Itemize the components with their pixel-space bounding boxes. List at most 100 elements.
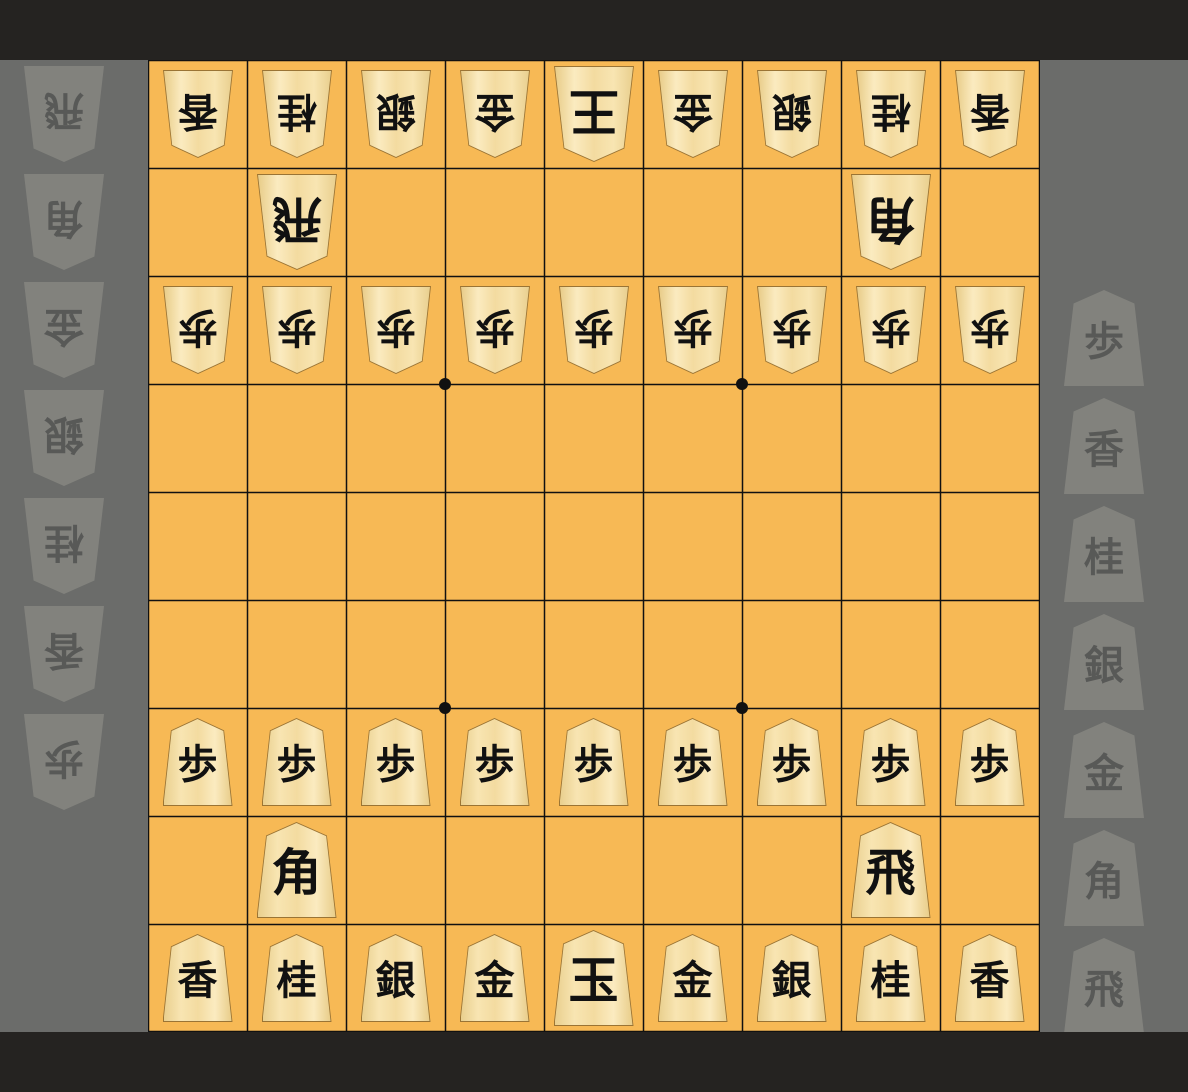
board-square[interactable]: 金 — [445, 924, 544, 1032]
sente-piece[interactable]: 桂 — [247, 924, 346, 1032]
board-square[interactable] — [940, 816, 1039, 924]
board-square[interactable] — [643, 600, 742, 708]
sente-piece[interactable]: 金 — [445, 924, 544, 1032]
board-square[interactable]: 金 — [445, 60, 544, 168]
board-square[interactable] — [148, 492, 247, 600]
board-square[interactable]: 歩 — [544, 708, 643, 816]
gote-hand-piece[interactable]: 銀 — [24, 390, 104, 486]
board-square[interactable] — [148, 384, 247, 492]
board-square[interactable]: 歩 — [346, 276, 445, 384]
board-square[interactable]: 香 — [940, 60, 1039, 168]
gote-piece[interactable]: 歩 — [346, 276, 445, 384]
sente-piece[interactable]: 歩 — [544, 708, 643, 816]
board-square[interactable] — [742, 168, 841, 276]
gote-piece[interactable]: 桂 — [247, 60, 346, 168]
board-square[interactable] — [841, 384, 940, 492]
sente-hand-piece[interactable]: 飛 — [1064, 938, 1144, 1034]
board-square[interactable]: 歩 — [148, 708, 247, 816]
board-square[interactable]: 角 — [247, 816, 346, 924]
board-square[interactable] — [148, 816, 247, 924]
shogi-board[interactable]: 香桂銀金王金銀桂香飛角歩歩歩歩歩歩歩歩歩歩歩歩歩歩歩歩歩歩角飛香桂銀金玉金銀桂香 — [148, 60, 1040, 1032]
board-square[interactable]: 歩 — [940, 276, 1039, 384]
gote-piece[interactable]: 歩 — [742, 276, 841, 384]
board-square[interactable] — [940, 168, 1039, 276]
board-square[interactable] — [643, 168, 742, 276]
board-square[interactable] — [643, 816, 742, 924]
sente-piece[interactable]: 金 — [643, 924, 742, 1032]
board-square[interactable] — [544, 816, 643, 924]
sente-piece[interactable]: 歩 — [247, 708, 346, 816]
board-square[interactable]: 玉 — [544, 924, 643, 1032]
board-square[interactable]: 桂 — [841, 60, 940, 168]
gote-piece[interactable]: 歩 — [445, 276, 544, 384]
gote-piece[interactable]: 香 — [148, 60, 247, 168]
board-square[interactable]: 歩 — [940, 708, 1039, 816]
board-square[interactable] — [940, 384, 1039, 492]
sente-piece[interactable]: 歩 — [940, 708, 1039, 816]
sente-piece[interactable]: 香 — [940, 924, 1039, 1032]
board-square[interactable] — [841, 492, 940, 600]
board-square[interactable]: 桂 — [247, 60, 346, 168]
board-square[interactable]: 桂 — [247, 924, 346, 1032]
gote-hand-piece[interactable]: 桂 — [24, 498, 104, 594]
sente-piece[interactable]: 歩 — [643, 708, 742, 816]
board-square[interactable] — [940, 600, 1039, 708]
board-square[interactable] — [346, 168, 445, 276]
board-square[interactable]: 桂 — [841, 924, 940, 1032]
board-square[interactable] — [742, 600, 841, 708]
board-square[interactable] — [346, 600, 445, 708]
board-square[interactable]: 飛 — [841, 816, 940, 924]
board-square[interactable] — [247, 492, 346, 600]
sente-hand-piece[interactable]: 金 — [1064, 722, 1144, 818]
board-square[interactable] — [346, 816, 445, 924]
board-square[interactable] — [445, 384, 544, 492]
board-square[interactable]: 歩 — [148, 276, 247, 384]
gote-hand-piece[interactable]: 角 — [24, 174, 104, 270]
gote-piece[interactable]: 王 — [544, 60, 643, 168]
board-square[interactable] — [643, 384, 742, 492]
board-square[interactable] — [643, 492, 742, 600]
board-square[interactable] — [346, 492, 445, 600]
board-square[interactable]: 王 — [544, 60, 643, 168]
board-square[interactable]: 銀 — [346, 60, 445, 168]
sente-hand-piece[interactable]: 角 — [1064, 830, 1144, 926]
board-square[interactable] — [742, 384, 841, 492]
gote-piece[interactable]: 金 — [445, 60, 544, 168]
sente-piece[interactable]: 歩 — [742, 708, 841, 816]
board-square[interactable] — [247, 384, 346, 492]
board-square[interactable]: 歩 — [445, 276, 544, 384]
board-square[interactable]: 金 — [643, 60, 742, 168]
board-square[interactable]: 歩 — [247, 276, 346, 384]
board-square[interactable] — [841, 600, 940, 708]
board-square[interactable] — [148, 168, 247, 276]
sente-hand-piece[interactable]: 香 — [1064, 398, 1144, 494]
board-square[interactable] — [346, 384, 445, 492]
gote-piece[interactable]: 金 — [643, 60, 742, 168]
board-square[interactable]: 香 — [940, 924, 1039, 1032]
gote-hand-piece[interactable]: 香 — [24, 606, 104, 702]
board-square[interactable]: 角 — [841, 168, 940, 276]
board-square[interactable] — [544, 492, 643, 600]
board-square[interactable]: 歩 — [544, 276, 643, 384]
sente-hand-piece[interactable]: 桂 — [1064, 506, 1144, 602]
board-square[interactable]: 銀 — [346, 924, 445, 1032]
board-square[interactable]: 銀 — [742, 924, 841, 1032]
gote-piece[interactable]: 歩 — [841, 276, 940, 384]
sente-piece[interactable]: 桂 — [841, 924, 940, 1032]
board-square[interactable] — [940, 492, 1039, 600]
board-square[interactable]: 歩 — [643, 276, 742, 384]
sente-piece[interactable]: 銀 — [742, 924, 841, 1032]
board-square[interactable]: 歩 — [841, 708, 940, 816]
board-square[interactable]: 香 — [148, 60, 247, 168]
board-square[interactable] — [445, 816, 544, 924]
board-square[interactable]: 金 — [643, 924, 742, 1032]
gote-piece[interactable]: 歩 — [643, 276, 742, 384]
gote-piece[interactable]: 歩 — [247, 276, 346, 384]
board-square[interactable] — [148, 600, 247, 708]
gote-hand-piece[interactable]: 飛 — [24, 66, 104, 162]
sente-piece[interactable]: 玉 — [544, 924, 643, 1032]
sente-piece[interactable]: 歩 — [445, 708, 544, 816]
board-square[interactable] — [544, 384, 643, 492]
board-square[interactable]: 歩 — [643, 708, 742, 816]
board-square[interactable]: 歩 — [346, 708, 445, 816]
